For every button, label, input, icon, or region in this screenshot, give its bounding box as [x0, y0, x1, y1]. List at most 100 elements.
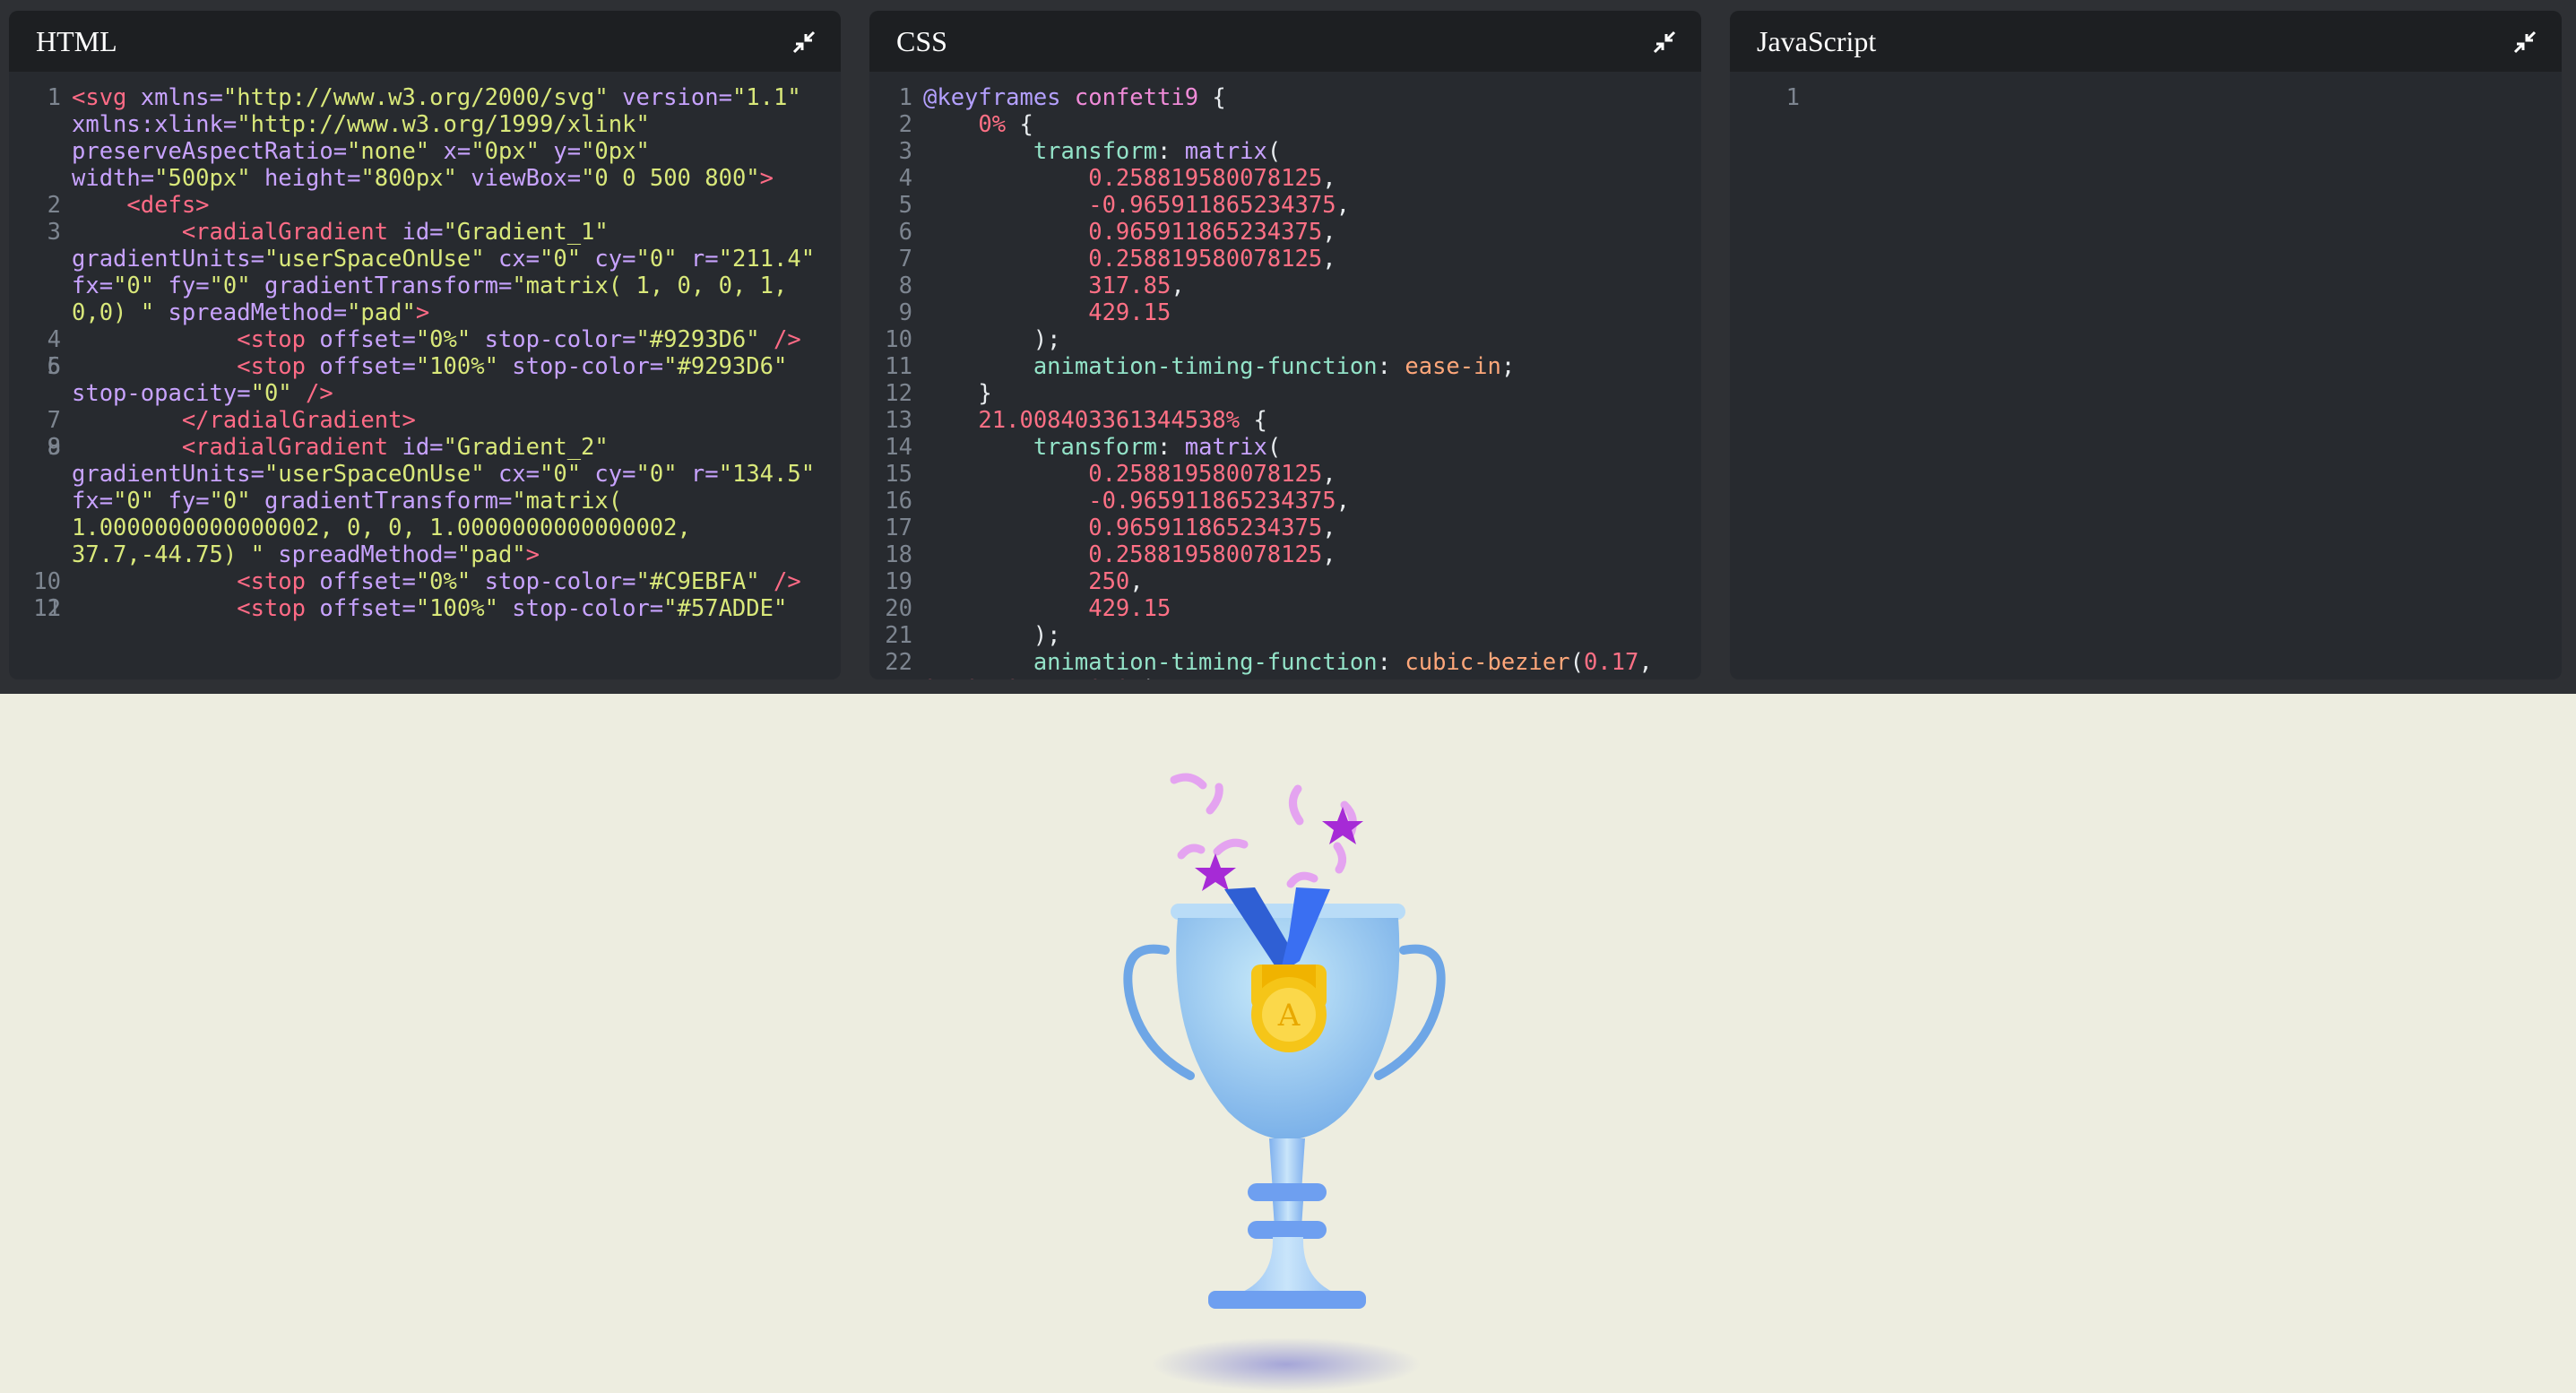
code-token: width= — [72, 165, 155, 192]
code-token: "0%" — [415, 326, 485, 353]
code-line: 0,0) " spreadMethod="pad"> — [9, 299, 841, 326]
code-token: cy= — [594, 246, 636, 273]
code-token: "0" — [209, 488, 264, 515]
code-token: 0.258819580078125 — [923, 541, 1323, 568]
line-number: 18 — [885, 541, 912, 568]
line-number: 5 — [898, 192, 912, 219]
trophy-plinth — [1208, 1291, 1366, 1309]
line-number: 8 — [898, 273, 912, 299]
code-token: ( — [1569, 649, 1584, 676]
line-number: 21 — [885, 622, 912, 649]
code-token: <radialGradient — [72, 219, 402, 246]
code-token: offset= — [319, 568, 416, 595]
code-line: 5 -0.965911865234375, — [869, 192, 1701, 219]
code-token: "500px" — [154, 165, 264, 192]
code-token: animation-timing-function — [923, 353, 1378, 380]
css-code-editor[interactable]: 1 @keyframes confetti9 {2 0% {3 transform… — [869, 84, 1701, 679]
code-token: ease-in — [1405, 353, 1501, 380]
code-token: id= — [402, 219, 444, 246]
code-token: gradientTransform= — [264, 273, 513, 299]
code-line: 4 0.258819580078125, — [869, 165, 1701, 192]
trophy-shadow — [1152, 1337, 1421, 1391]
collapse-icon[interactable] — [1653, 30, 1676, 54]
js-code-editor[interactable]: 1 — [1748, 84, 2562, 679]
code-token: , — [978, 676, 1006, 679]
html-code-editor[interactable]: 1 <svg xmlns="http://www.w3.org/2000/svg"… — [9, 84, 841, 679]
trophy-ring — [1248, 1183, 1327, 1201]
code-token: preserveAspectRatio= — [72, 138, 348, 165]
code-line: 2 <defs> — [9, 192, 841, 219]
js-panel: JavaScript 1 — [1730, 11, 2562, 679]
code-token: : — [1377, 649, 1405, 676]
code-line: 12 <stop offset="100%" stop-color="#57AD… — [9, 595, 841, 622]
code-token: 429.15 — [923, 299, 1171, 326]
code-token: "0" — [635, 246, 691, 273]
code-token: stop-opacity= — [72, 380, 251, 407]
code-line: 3 <radialGradient id="Gradient_1" — [9, 219, 841, 246]
code-token: : — [1157, 138, 1185, 165]
trophy-base — [1215, 1237, 1359, 1300]
code-token: "pad" — [456, 541, 526, 568]
code-token: id= — [402, 434, 444, 461]
html-panel-title: HTML — [36, 25, 117, 57]
code-line: fx="0" fy="0" gradientTransform="matrix(… — [9, 273, 841, 299]
code-token: @keyframes — [923, 84, 1075, 111]
line-number: 4 — [898, 165, 912, 192]
code-line: 11 animation-timing-function: ease-in; — [869, 353, 1701, 380]
code-token: ( — [1266, 138, 1282, 165]
code-line: fx="0" fy="0" gradientTransform="matrix( — [9, 488, 841, 515]
code-token: } — [923, 380, 992, 407]
code-token: matrix — [1184, 434, 1267, 461]
code-token: "0px" — [471, 138, 554, 165]
code-token: gradientUnits= — [72, 246, 264, 273]
code-line: 9 <radialGradient id="Gradient_2" — [9, 434, 841, 461]
collapse-icon[interactable] — [792, 30, 816, 54]
code-token: gradientTransform= — [264, 488, 513, 515]
code-line: 4 <stop offset="0%" stop-color="#9293D6"… — [9, 326, 841, 353]
code-token: <stop — [72, 595, 320, 622]
code-token: 0.76 — [923, 676, 978, 679]
code-token: <defs> — [72, 192, 210, 219]
code-token: cy= — [594, 461, 636, 488]
code-token: "211.4" — [718, 246, 816, 273]
code-token: stop-color= — [512, 595, 664, 622]
code-token: "0px" — [581, 138, 650, 165]
code-token: 0.17 — [1583, 649, 1639, 676]
code-token: 0.97 — [1088, 676, 1143, 679]
star-icon — [1322, 807, 1363, 844]
code-token: "matrix( — [512, 488, 623, 515]
code-token: stop-color= — [512, 353, 664, 380]
line-number: 11 — [885, 353, 912, 380]
code-token: : — [1377, 353, 1405, 380]
code-token: "1.1" — [731, 84, 801, 111]
line-number: 1 — [47, 84, 61, 111]
code-line: 1 <svg xmlns="http://www.w3.org/2000/svg"… — [9, 84, 841, 111]
code-token: 0.965911865234375 — [923, 219, 1323, 246]
star-icon — [1195, 853, 1236, 891]
css-panel-header: CSS — [869, 11, 1701, 72]
code-token: "Gradient_2" — [443, 434, 609, 461]
code-token: fy= — [168, 488, 210, 515]
code-token: stop-color= — [484, 326, 636, 353]
line-number: 17 — [885, 515, 912, 541]
code-token: { — [1019, 111, 1033, 138]
code-token: "0" — [113, 273, 169, 299]
code-token: , — [1322, 165, 1336, 192]
line-number: 16 — [885, 488, 912, 515]
code-token: "134.5" — [718, 461, 816, 488]
line-number: 2 — [47, 192, 61, 219]
code-line: xmlns:xlink="http://www.w3.org/1999/xlin… — [9, 111, 841, 138]
trophy-rim — [1171, 904, 1405, 920]
code-line: 19 250, — [869, 568, 1701, 595]
code-line: 20 429.15 — [869, 595, 1701, 622]
code-token: > — [525, 541, 540, 568]
code-token: spreadMethod= — [278, 541, 457, 568]
code-token: ; — [1500, 353, 1516, 380]
collapse-icon[interactable] — [2513, 30, 2537, 54]
code-line: 6 <stop offset="100%" stop-color="#9293D… — [9, 353, 841, 380]
code-token: "0" — [209, 273, 264, 299]
code-token: cubic-bezier — [1405, 649, 1570, 676]
code-token: /> — [306, 380, 333, 407]
code-line: 9 429.15 — [869, 299, 1701, 326]
code-token: "#9293D6" — [663, 353, 788, 380]
